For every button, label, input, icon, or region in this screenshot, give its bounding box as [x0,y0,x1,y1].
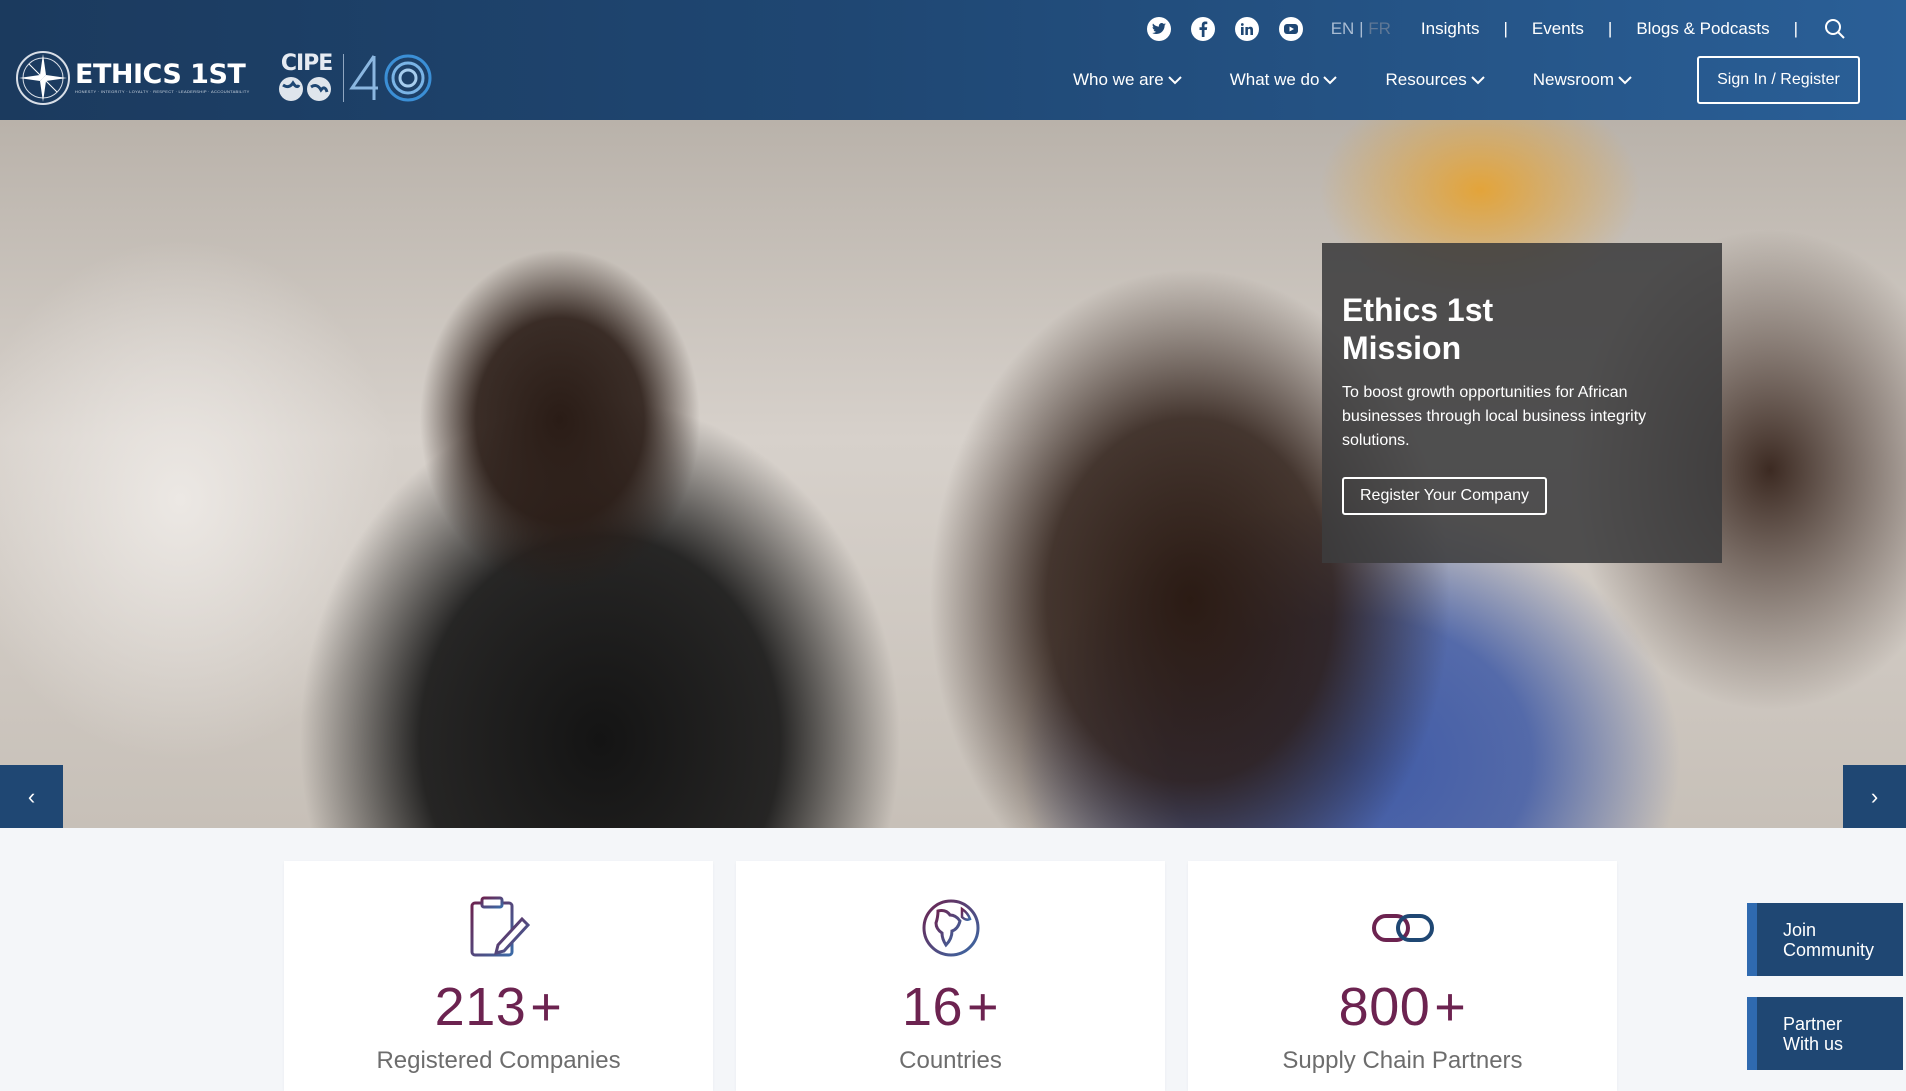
partner-label-line2: With us [1783,1033,1844,1054]
globe-icon [916,893,986,963]
topbar-separator: | [1607,19,1613,38]
youtube-icon[interactable] [1278,17,1303,41]
hero-carousel: Ethics 1st Mission To boost growth oppor… [0,120,1906,828]
logo-divider [342,54,344,102]
stat-number: 213 [434,977,527,1037]
sign-in-register-button[interactable]: Sign In / Register [1697,56,1860,104]
mission-title-line1: Ethics 1st [1342,292,1494,328]
chain-link-icon [1368,893,1438,963]
nav-item-label: What we do [1229,70,1320,89]
linkedin-icon[interactable] [1234,17,1259,41]
stat-card-companies: 213+ Registered Companies [284,861,713,1091]
stat-label: Supply Chain Partners [1282,1047,1523,1074]
nav-newsroom[interactable]: Newsroom [1533,70,1632,90]
mission-panel: Ethics 1st Mission To boost growth oppor… [1322,243,1722,563]
cipe-40-logo[interactable]: CIPE [275,48,432,108]
nav-who-we-are[interactable]: Who we are [1073,70,1182,90]
nav-resources[interactable]: Resources [1385,70,1485,90]
stat-suffix: + [530,977,563,1037]
ethics-logo-text: ETHICS 1ST [75,59,246,90]
mission-title-line2: Mission [1342,330,1462,366]
stat-value: 16+ [902,977,999,1037]
join-community-button[interactable]: Join Community [1747,903,1903,976]
nav-item-label: Resources [1385,70,1467,89]
stat-value: 800+ [1339,977,1467,1037]
stat-suffix: + [967,977,1000,1037]
search-icon[interactable] [1822,16,1848,42]
chevron-down-icon [1471,76,1485,85]
stat-number: 16 [901,977,964,1037]
brand-logos: ETHICS 1ST HONESTY · INTEGRITY · LOYALTY… [15,48,432,108]
lang-fr-link[interactable]: FR [1368,19,1391,38]
lang-en-link[interactable]: EN [1331,19,1355,38]
stat-card-countries: 16+ Countries [736,861,1165,1091]
register-company-button[interactable]: Register Your Company [1342,477,1547,515]
utility-bar: EN | FR Insights | Events | Blogs & Podc… [1146,14,1848,44]
chevron-down-icon [1323,76,1338,85]
chevron-down-icon [1618,76,1632,85]
carousel-next-button[interactable]: › [1843,765,1906,828]
chevron-left-icon: ‹ [27,783,36,809]
facebook-icon[interactable] [1190,17,1215,41]
join-label-line2: Community [1783,939,1875,960]
stat-label: Registered Companies [376,1047,621,1074]
cipe-globes-icon [278,77,331,101]
join-label-line1: Join [1783,919,1817,940]
nav-what-we-do[interactable]: What we do [1230,70,1338,90]
topbar-separator: | [1503,19,1508,38]
stat-card-partners: 800+ Supply Chain Partners [1188,861,1617,1091]
language-switcher: EN | FR [1331,19,1391,39]
chevron-right-icon: › [1870,783,1879,809]
clipboard-icon [464,893,534,963]
mission-title: Ethics 1st Mission [1342,291,1702,367]
nav-item-label: Newsroom [1532,70,1614,89]
topbar-separator: | [1793,19,1798,38]
stat-value: 213+ [435,977,563,1037]
partner-with-us-button[interactable]: Partner With us [1747,997,1903,1070]
chevron-down-icon [1167,76,1182,85]
main-navigation: Who we are What we do Resources Newsroom [1073,66,1680,94]
cipe-logo-text: CIPE [280,51,333,76]
stat-label: Countries [899,1047,1002,1074]
stats-section: 213+ Registered Companies 16+ Countries … [284,861,1640,1091]
ethics-1st-logo[interactable]: ETHICS 1ST HONESTY · INTEGRITY · LOYALTY… [15,48,250,108]
partner-label-line1: Partner [1783,1013,1843,1034]
events-link[interactable]: Events [1532,19,1584,39]
stat-number: 800 [1338,977,1431,1037]
stat-suffix: + [1434,977,1467,1037]
twitter-icon[interactable] [1146,17,1171,41]
site-header: ETHICS 1ST HONESTY · INTEGRITY · LOYALTY… [0,0,1906,120]
mission-text: To boost growth opportunities for Africa… [1342,384,1647,449]
ethics-tagline: HONESTY · INTEGRITY · LOYALTY · RESPECT … [75,89,250,94]
cipe-40-anniversary-icon [348,54,432,102]
compass-logo-icon [16,51,70,105]
insights-link[interactable]: Insights [1421,19,1480,39]
lang-separator: | [1359,19,1364,38]
blogs-podcasts-link[interactable]: Blogs & Podcasts [1636,19,1769,39]
carousel-prev-button[interactable]: ‹ [0,765,63,828]
nav-item-label: Who we are [1073,70,1164,89]
